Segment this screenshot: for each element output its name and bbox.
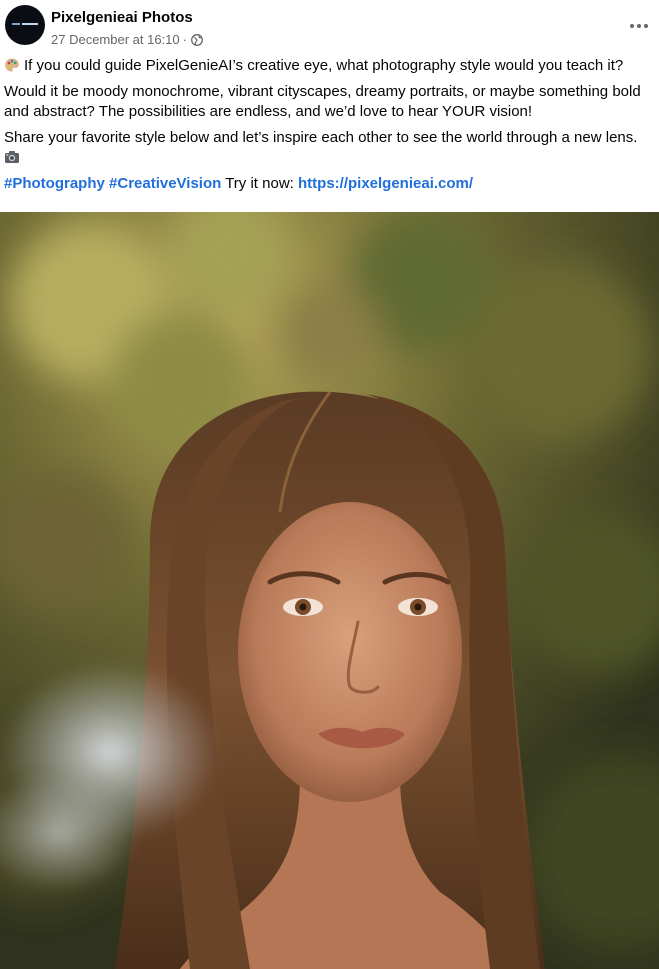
globe-icon[interactable] bbox=[191, 33, 203, 46]
logo-icon bbox=[12, 23, 38, 25]
hashtag-photography[interactable]: #Photography bbox=[4, 175, 105, 192]
post-meta: 27 December at 16:10 · bbox=[51, 32, 203, 47]
post-paragraph-1: If you could guide PixelGenieAI’s creati… bbox=[4, 56, 656, 76]
palette-icon bbox=[5, 58, 19, 72]
website-link[interactable]: https://pixelgenieai.com/ bbox=[298, 175, 473, 192]
paragraph-1-text: If you could guide PixelGenieAI’s creati… bbox=[24, 57, 624, 74]
page-avatar[interactable] bbox=[5, 5, 45, 45]
more-options-button[interactable] bbox=[627, 14, 651, 38]
post-paragraph-3: Share your favorite style below and let’… bbox=[4, 128, 656, 168]
post-paragraph-2: Would it be moody monochrome, vibrant ci… bbox=[4, 83, 641, 120]
more-options-icon bbox=[630, 24, 634, 28]
post-header: Pixelgenieai Photos 27 December at 16:10… bbox=[0, 0, 659, 56]
post-photo[interactable] bbox=[0, 212, 659, 969]
paragraph-3-text: Share your favorite style below and let’… bbox=[4, 129, 638, 146]
page-name-link[interactable]: Pixelgenieai Photos bbox=[51, 9, 193, 26]
post-tags-and-link: #Photography #CreativeVision Try it now:… bbox=[4, 174, 656, 194]
post-timestamp[interactable]: 27 December at 16:10 bbox=[51, 32, 180, 47]
post-text: If you could guide PixelGenieAI’s creati… bbox=[4, 56, 656, 200]
meta-separator: · bbox=[182, 32, 187, 47]
hashtag-creative-vision[interactable]: #CreativeVision bbox=[109, 175, 221, 192]
portrait-photo bbox=[0, 212, 659, 969]
cta-text: Try it now: bbox=[225, 175, 294, 192]
camera-icon bbox=[5, 151, 19, 163]
